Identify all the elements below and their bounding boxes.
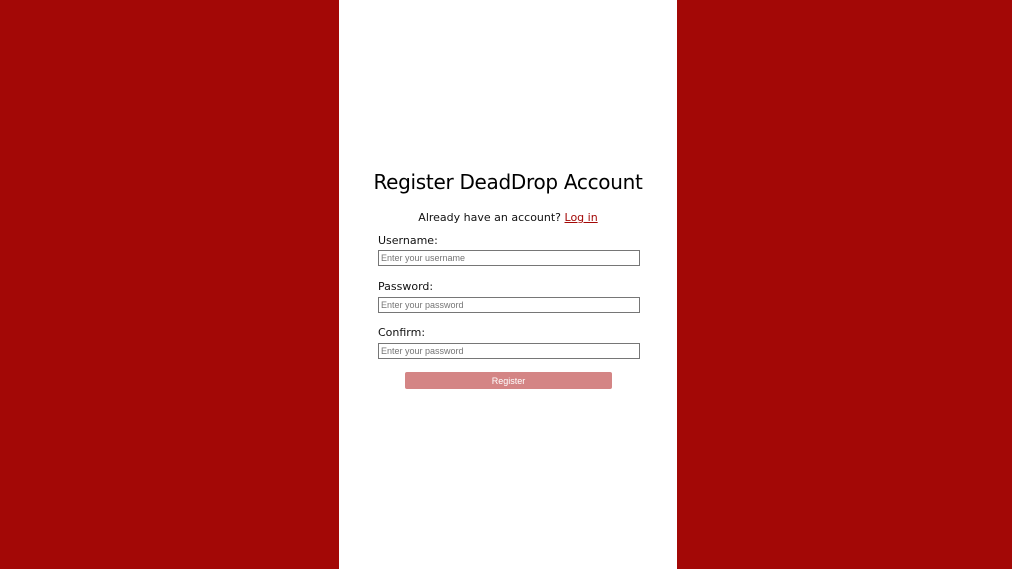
right-background-panel bbox=[677, 0, 1012, 569]
register-panel: Register DeadDrop Account Already have a… bbox=[339, 0, 677, 569]
login-prompt: Already have an account? Log in bbox=[339, 211, 677, 224]
username-input[interactable] bbox=[378, 250, 640, 266]
page-title: Register DeadDrop Account bbox=[373, 170, 643, 194]
username-label: Username: bbox=[378, 234, 438, 247]
left-background-panel bbox=[0, 0, 339, 569]
confirm-password-input[interactable] bbox=[378, 343, 640, 359]
confirm-label: Confirm: bbox=[378, 326, 426, 339]
register-button[interactable]: Register bbox=[405, 372, 612, 389]
login-link[interactable]: Log in bbox=[565, 211, 598, 224]
page: Register DeadDrop Account Already have a… bbox=[0, 0, 1012, 569]
password-label: Password: bbox=[378, 280, 434, 293]
password-input[interactable] bbox=[378, 297, 640, 313]
login-prompt-text: Already have an account? bbox=[418, 211, 562, 224]
